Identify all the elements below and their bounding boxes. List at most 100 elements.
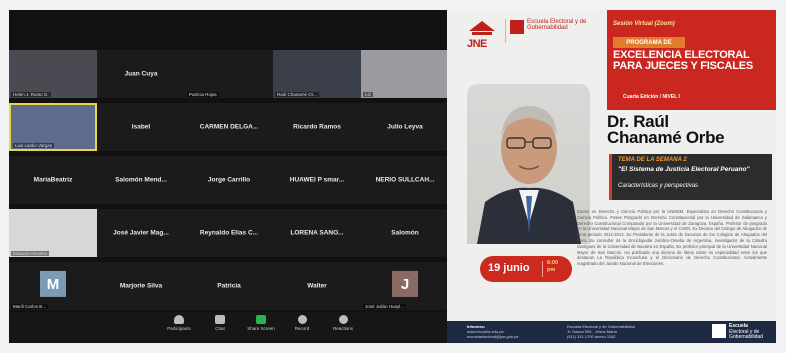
participant-name-tag: LG [363,92,374,97]
screen-frame: Helen J. Rosto G. Juan Cuya Patricia Rojas… [9,10,776,343]
participant-tile[interactable]: Juan Cuya [97,50,185,98]
record-button[interactable]: Record [284,315,320,331]
participants-label: Participants [167,326,191,331]
escuela-wordmark: Escuela Electoral y de Gobernabilidad [527,19,587,31]
participant-tile[interactable]: LORENA SANO... [273,209,361,257]
participant-tile[interactable]: Salomón [361,209,449,257]
zoom-gallery-view: Helen J. Rosto G. Juan Cuya Patricia Rojas… [9,10,449,343]
participant-name: NERIO SULLCAH... [375,176,435,184]
participant-name: Juan Cuya [124,70,158,78]
participant-tile[interactable]: Eduardo Morales [9,209,97,257]
reactions-icon [338,315,348,324]
participant-avatar: J [392,270,418,297]
footer-address: Escuela Electoral y de Gobernabilidad Jr… [567,324,635,339]
participant-tile[interactable]: Julio Leyva [361,103,449,151]
participant-tile[interactable]: Helen J. Rosto G. [9,50,97,98]
participants-button[interactable]: Participants [161,315,197,331]
participant-tile[interactable]: CARMEN DELGA... [185,103,273,151]
record-label: Record [294,326,310,331]
time-text: 6:00 pm [547,260,558,274]
participant-tile[interactable]: Ricardo Ramos [273,103,361,151]
participant-name: LORENA SANO... [290,229,344,237]
participant-name-tag: Helen J. Rosto G. [11,92,51,97]
shared-screen-flyer: JNE Escuela Electoral y de Gobernabilida… [447,10,776,343]
participant-name: HUAWEI P smar... [289,176,345,184]
participant-tile[interactable]: José Javier Mag... [97,209,185,257]
participant-name-tag: Raúl Chanamé Or... [275,92,319,97]
participant-tile[interactable]: Reynaldo Elias C... [185,209,273,257]
share-screen-icon [256,315,266,324]
participant-video [9,209,97,257]
participant-tile[interactable]: Patricia [185,262,273,310]
date-text: 19 junio [488,262,530,274]
session-label: Sesión Virtual (Zoom) [613,21,675,27]
participant-name: Reynaldo Elias C... [199,229,259,237]
chat-label: Chat [215,326,225,331]
participant-name: MariaBeatriz [33,176,73,184]
reactions-button[interactable]: Reactions [325,315,361,331]
participant-name: Marjorie Silva [119,282,163,290]
participant-name-tag: Eduardo Morales [11,251,50,256]
program-pill: PROGRAMA DE [613,37,685,48]
record-icon [297,315,307,324]
speaker-photo [477,106,581,244]
logo-divider [505,19,506,43]
program-title-line2: PARA JUECES Y FISCALES [613,60,754,72]
participant-grid: Helen J. Rosto G. Juan Cuya Patricia Rojas… [9,50,449,312]
participant-name: Julio Leyva [387,123,423,131]
edition-label: Cuarta Edición / NIVEL I [623,94,680,100]
participant-tile[interactable]: M Marili Carlos B... [9,262,97,310]
footer-info: Informes: www.escuela.edu.pe escuelaelec… [467,324,519,339]
date-divider [542,261,543,277]
participant-name-tag: Patricia Rojas [187,92,219,97]
participant-name-tag: José Julián Huayl... [363,304,407,309]
share-screen-button[interactable]: Share Screen [243,315,279,331]
time-hour: 6:00 [547,260,559,266]
participant-tile[interactable]: Salomón Mend... [97,156,185,204]
participant-tile[interactable]: Luis Lanko Vargas [9,103,97,151]
participant-video [361,50,449,98]
meeting-toolbar: Participants Chat Share Screen Record Re… [9,312,447,343]
participant-tile[interactable]: Walter [273,262,361,310]
footer-address-line3: (511) 311-1700 anexo 1182 [567,334,616,339]
participant-name: Walter [307,282,327,290]
footer-logo-line3: Gobernabilidad [729,334,763,340]
speaker-bio: Doctor en Derecho y Ciencia Política por… [577,209,767,267]
chat-icon [215,315,225,324]
reactions-label: Reactions [332,326,353,331]
topic-title: "El Sistema de Justicia Electoral Peruan… [618,166,750,173]
share-screen-label: Share Screen [247,326,275,331]
chat-button[interactable]: Chat [202,315,238,331]
topic-box: TEMA DE LA SEMANA 2 "El Sistema de Justi… [609,154,772,200]
participant-name: Salomón Mend... [115,176,167,184]
participant-video [9,50,97,98]
participant-avatar: M [40,270,66,297]
jne-wordmark: JNE [467,38,487,50]
footer-email: escuelaelectoral@jne.gob.pe [467,334,519,339]
participant-video [273,50,361,98]
topic-week: TEMA DE LA SEMANA 2 [618,157,687,163]
participant-name: Patricia [217,282,241,290]
participant-name: Salomón [391,229,419,237]
participant-tile[interactable]: LG [361,50,449,98]
participant-tile[interactable]: Jorge Carrillo [185,156,273,204]
program-title: EXCELENCIA ELECTORAL PARA JUECES Y FISCA… [613,50,773,72]
speaker-name-line2: Chanamé Orbe [607,128,725,147]
date-badge: 19 junio 6:00 pm [480,256,572,282]
participant-tile[interactable]: Patricia Rojas [185,50,273,98]
topic-subtitle: Características y perspectivas [618,183,699,189]
participant-tile[interactable]: Isabel [97,103,185,151]
time-period: pm [547,267,556,273]
participant-tile[interactable]: HUAWEI P smar... [273,156,361,204]
participant-name-tag: Marili Carlos B... [11,304,49,309]
footer-escuela-logo [712,324,726,338]
participants-icon [174,315,184,324]
participant-tile[interactable]: MariaBeatriz [9,156,97,204]
participant-tile[interactable]: Raúl Chanamé Or... [273,50,361,98]
participant-tile[interactable]: NERIO SULLCAH... [361,156,449,204]
flyer-footer: Informes: www.escuela.edu.pe escuelaelec… [447,321,776,343]
speaker-portrait [467,84,590,244]
participant-tile[interactable]: Marjorie Silva [97,262,185,310]
participant-name-tag: Luis Lanko Vargas [13,143,54,148]
participant-tile[interactable]: J José Julián Huayl... [361,262,449,310]
